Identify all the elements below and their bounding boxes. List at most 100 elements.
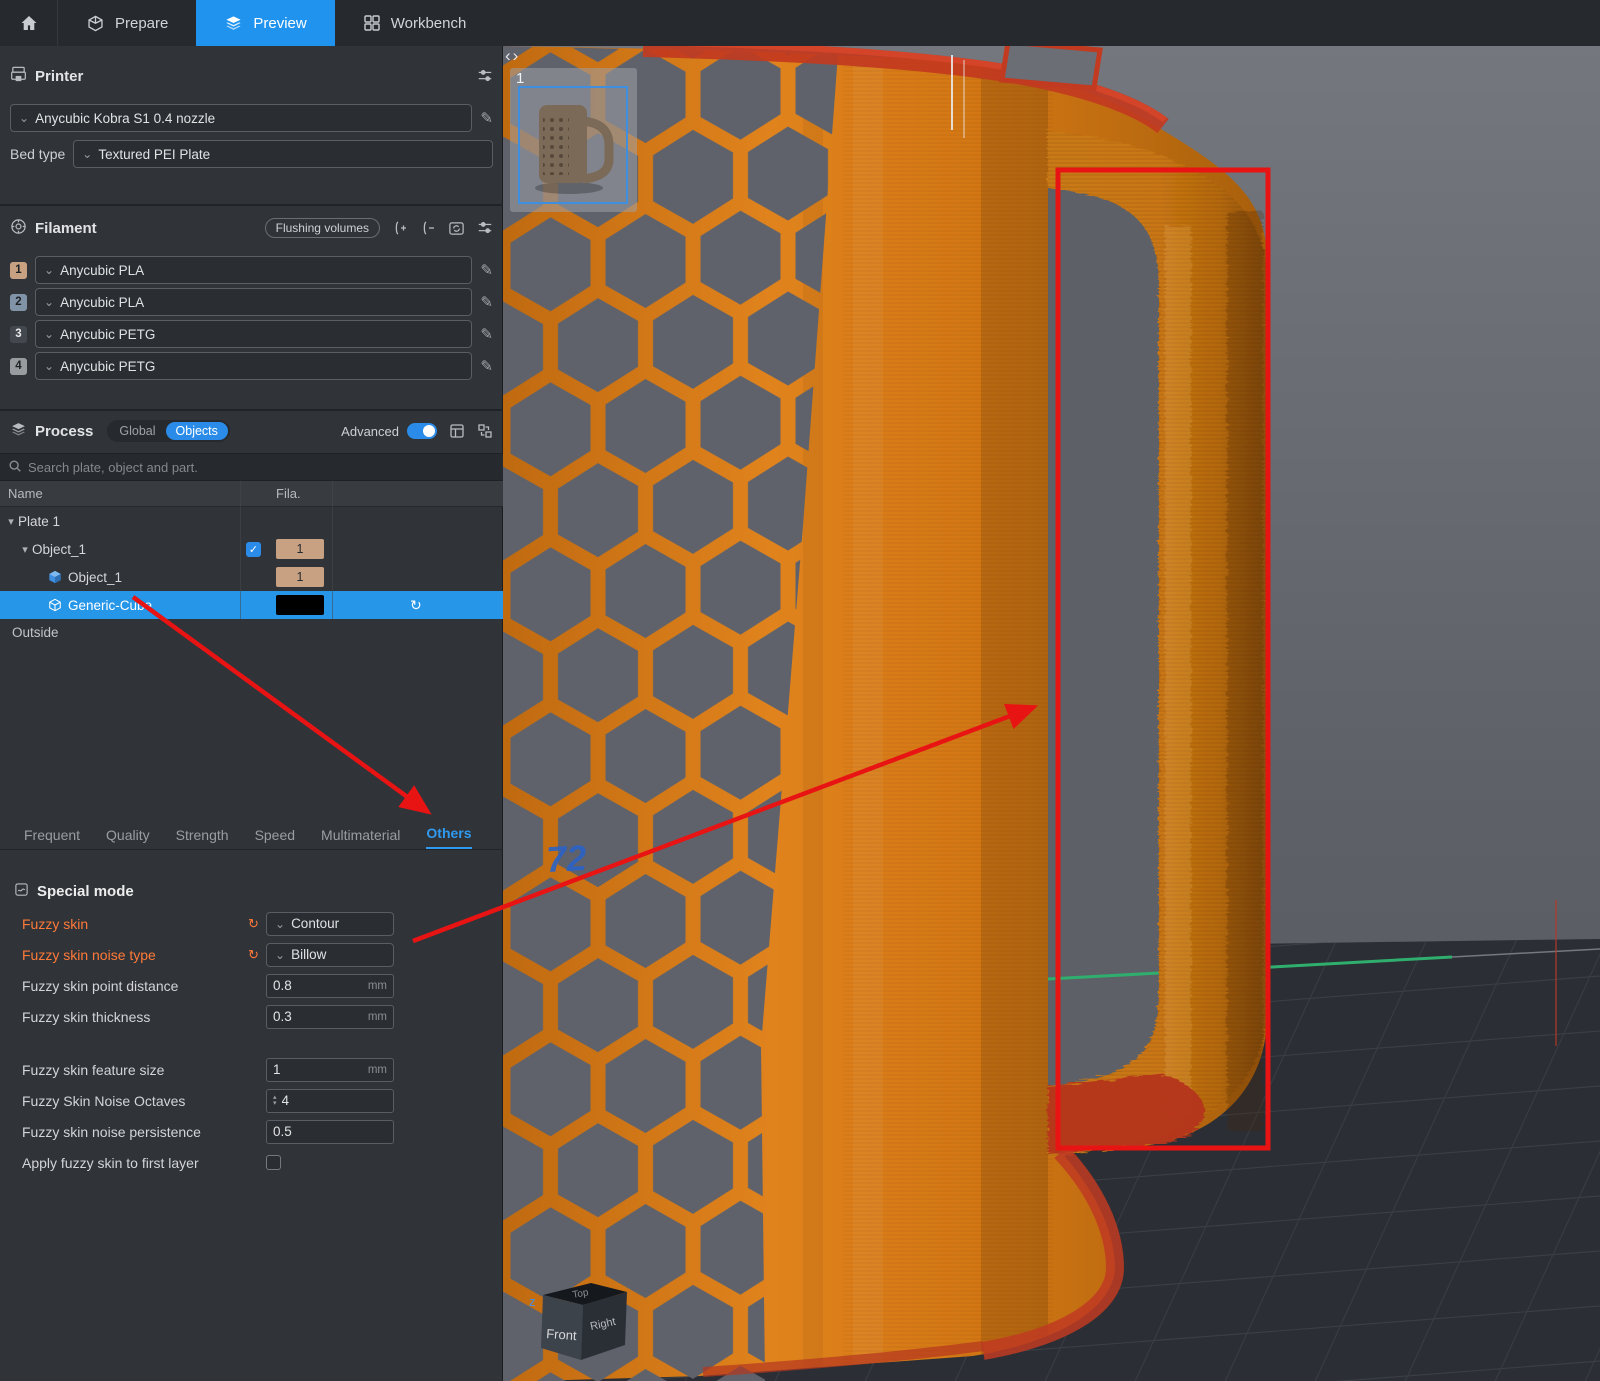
workbench-icon bbox=[363, 14, 381, 32]
feature-size-label: Fuzzy skin feature size bbox=[22, 1062, 248, 1078]
filament-select-2[interactable]: ⌄ Anycubic PLA bbox=[35, 288, 472, 316]
tab-frequent[interactable]: Frequent bbox=[24, 827, 80, 849]
tree-row-object-child[interactable]: Object_1 1 bbox=[0, 563, 503, 591]
filament-select-4[interactable]: ⌄ Anycubic PETG bbox=[35, 352, 472, 380]
noise-type-select[interactable]: ⌄ Billow bbox=[266, 943, 394, 967]
search-icon bbox=[8, 459, 22, 476]
printer-select[interactable]: ⌄ Anycubic Kobra S1 0.4 nozzle bbox=[10, 104, 472, 132]
octaves-stepper: ▴▾ bbox=[266, 1089, 394, 1113]
modifier-cube-icon bbox=[48, 598, 62, 612]
tree-row-object[interactable]: ▾ Object_1 ✓ 1 bbox=[0, 535, 503, 563]
chevron-down-icon: ⌄ bbox=[82, 148, 92, 160]
chevron-down-icon: ⌄ bbox=[19, 112, 29, 124]
collapse-left-icon[interactable]: ‹ bbox=[505, 46, 513, 65]
home-button[interactable] bbox=[0, 0, 58, 46]
chevron-down-icon: ⌄ bbox=[44, 328, 54, 340]
printer-settings-icon[interactable] bbox=[477, 68, 493, 84]
edit-filament-icon[interactable]: ✎ bbox=[480, 325, 493, 343]
search-input[interactable] bbox=[28, 460, 495, 475]
tab-preview-label: Preview bbox=[253, 15, 306, 32]
scope-global-button[interactable]: Global bbox=[109, 422, 165, 440]
plate-thumbnail-selected[interactable] bbox=[518, 86, 628, 204]
filament-select-3[interactable]: ⌄ Anycubic PETG bbox=[35, 320, 472, 348]
filament-chip[interactable]: 1 bbox=[276, 567, 324, 587]
sync-icon[interactable]: ↻ bbox=[332, 597, 503, 614]
edit-printer-icon[interactable]: ✎ bbox=[480, 109, 493, 127]
axis-z-label: z bbox=[529, 1294, 536, 1309]
tab-speed[interactable]: Speed bbox=[255, 827, 295, 849]
noise-type-label: Fuzzy skin noise type bbox=[22, 947, 248, 963]
filament-slot: 3 ⌄ Anycubic PETG ✎ bbox=[0, 320, 503, 348]
filament-slot: 4 ⌄ Anycubic PETG ✎ bbox=[0, 352, 503, 380]
special-mode-icon bbox=[14, 882, 29, 900]
edit-filament-icon[interactable]: ✎ bbox=[480, 293, 493, 311]
flushing-volumes-button[interactable]: Flushing volumes bbox=[265, 218, 380, 238]
object-tree: ▾ Plate 1 ▾ Object_1 ✓ 1 Object_1 bbox=[0, 507, 503, 619]
collapse-right-icon[interactable]: › bbox=[513, 46, 521, 65]
left-sidebar: Printer ⌄ Anycubic Kobra S1 0.4 nozzle ✎… bbox=[0, 46, 503, 1381]
tab-strength[interactable]: Strength bbox=[176, 827, 229, 849]
tab-multimaterial[interactable]: Multimaterial bbox=[321, 827, 400, 849]
filament-slot: 2 ⌄ Anycubic PLA ✎ bbox=[0, 288, 503, 316]
tree-row-generic-cube[interactable]: Generic-Cube ↻ bbox=[0, 591, 503, 619]
first-layer-checkbox[interactable] bbox=[266, 1155, 281, 1170]
prepare-icon bbox=[86, 14, 105, 33]
filament-chip-black[interactable] bbox=[276, 595, 324, 615]
filament-chip[interactable]: 1 bbox=[276, 539, 324, 559]
reset-fuzzy-skin-icon[interactable]: ↻ bbox=[248, 916, 259, 932]
toggle-knob bbox=[423, 425, 435, 437]
reset-noise-type-icon[interactable]: ↻ bbox=[248, 947, 259, 963]
home-icon bbox=[19, 13, 39, 33]
bed-type-label: Bed type bbox=[10, 146, 65, 162]
ams-sync-icon[interactable] bbox=[448, 220, 465, 237]
plate-thumbnail[interactable]: 1 bbox=[510, 68, 637, 212]
tab-others[interactable]: Others bbox=[426, 825, 471, 849]
edit-filament-icon[interactable]: ✎ bbox=[480, 261, 493, 279]
persistence-input[interactable] bbox=[273, 1124, 387, 1139]
tab-quality[interactable]: Quality bbox=[106, 827, 150, 849]
thickness-label: Fuzzy skin thickness bbox=[22, 1009, 248, 1025]
octaves-input[interactable] bbox=[282, 1093, 387, 1108]
viewport-3d[interactable]: 72 z Top Front Right ‹› 1 bbox=[503, 46, 1600, 1381]
point-distance-input[interactable] bbox=[273, 978, 364, 993]
remove-filament-icon[interactable] bbox=[420, 220, 436, 236]
preview-icon bbox=[224, 14, 243, 33]
filament-select-1[interactable]: ⌄ Anycubic PLA bbox=[35, 256, 472, 284]
fuzzy-skin-label: Fuzzy skin bbox=[22, 916, 248, 932]
edit-filament-icon[interactable]: ✎ bbox=[480, 357, 493, 375]
chevron-down-icon: ⌄ bbox=[44, 264, 54, 276]
object-sort-icon[interactable] bbox=[477, 423, 493, 439]
stepper-arrows-icon[interactable]: ▴▾ bbox=[273, 1095, 277, 1107]
parameter-table-icon[interactable] bbox=[449, 423, 465, 439]
object-visibility-checkbox[interactable]: ✓ bbox=[246, 542, 261, 557]
advanced-toggle[interactable] bbox=[407, 423, 437, 439]
bed-type-select[interactable]: ⌄ Textured PEI Plate bbox=[73, 140, 493, 168]
panel-collapse-arrows[interactable]: ‹› bbox=[505, 46, 520, 66]
scope-objects-button[interactable]: Objects bbox=[166, 422, 228, 440]
tab-preview[interactable]: Preview bbox=[196, 0, 334, 46]
chevron-down-icon: ⌄ bbox=[275, 918, 285, 930]
persistence-field bbox=[266, 1120, 394, 1144]
thickness-input[interactable] bbox=[273, 1009, 364, 1024]
collapse-caret-icon[interactable]: ▾ bbox=[18, 543, 32, 556]
viewport-3d-scene[interactable]: 72 z Top Front Right bbox=[503, 46, 1600, 1381]
fuzzy-skin-select[interactable]: ⌄ Contour bbox=[266, 912, 394, 936]
bed-type-row: Bed type ⌄ Textured PEI Plate bbox=[0, 140, 503, 168]
param-row-thickness: Fuzzy skin thickness mm bbox=[0, 1001, 503, 1032]
add-filament-icon[interactable] bbox=[392, 220, 408, 236]
point-distance-label: Fuzzy skin point distance bbox=[22, 978, 248, 994]
param-row-octaves: Fuzzy Skin Noise Octaves ▴▾ bbox=[0, 1085, 503, 1116]
param-row-fuzzy-skin: Fuzzy skin ↻ ⌄ Contour bbox=[0, 908, 503, 939]
param-row-feature-size: Fuzzy skin feature size mm bbox=[0, 1054, 503, 1085]
filament-settings-icon[interactable] bbox=[477, 220, 493, 236]
collapse-caret-icon[interactable]: ▾ bbox=[4, 515, 18, 528]
tree-row-plate[interactable]: ▾ Plate 1 bbox=[0, 507, 503, 535]
filament-icon bbox=[10, 218, 27, 238]
plate-marking-text: 72 bbox=[545, 837, 587, 880]
feature-size-input[interactable] bbox=[273, 1062, 364, 1077]
filament-name: Anycubic PLA bbox=[60, 263, 144, 278]
printer-section-title: Printer bbox=[35, 68, 83, 85]
tab-prepare[interactable]: Prepare bbox=[58, 0, 196, 46]
tab-workbench[interactable]: Workbench bbox=[335, 0, 495, 46]
plate-label: Plate 1 bbox=[18, 514, 60, 529]
